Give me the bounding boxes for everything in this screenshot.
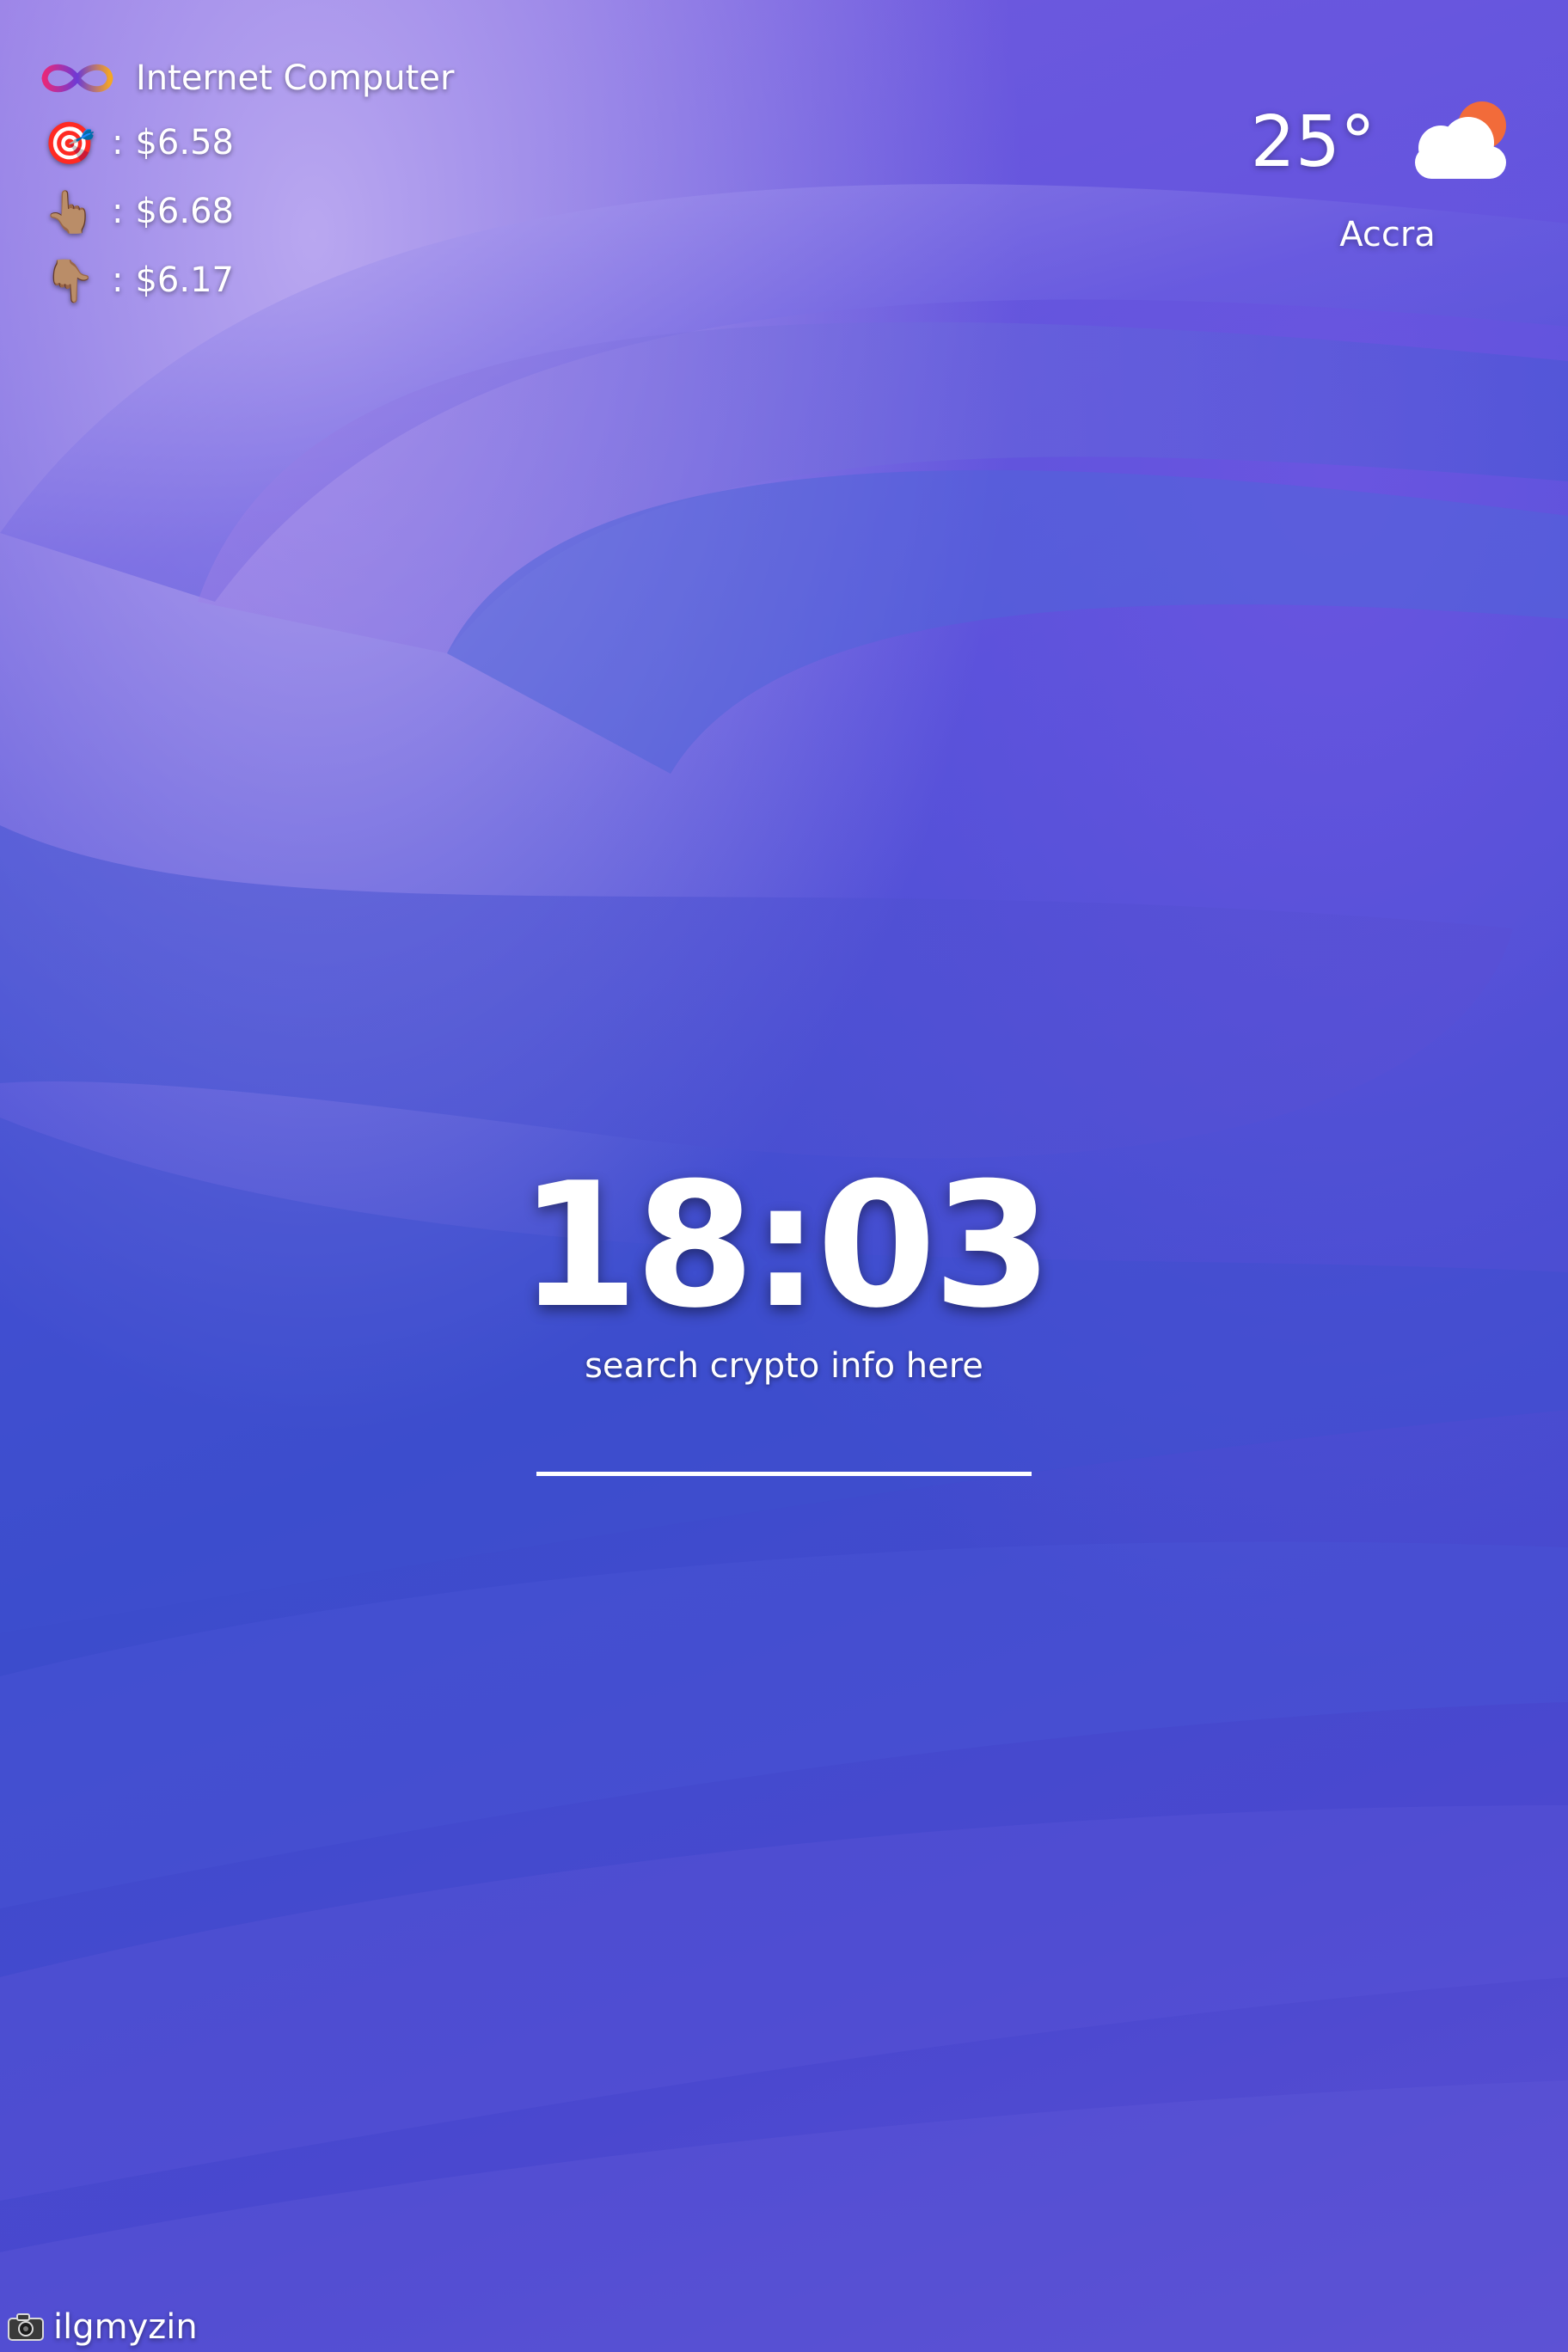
ticker-row-high: 👆🏽 : $6.68 xyxy=(34,177,454,246)
ticker-row-target: 🎯 : $6.58 xyxy=(34,108,454,177)
weather-summary: 25° xyxy=(1224,95,1516,189)
clock-time: 18:03 xyxy=(518,1146,1053,1346)
search-input[interactable] xyxy=(536,1427,1032,1476)
new-tab-screen: Internet Computer 🎯 : $6.58 👆🏽 : $6.68 👇… xyxy=(0,0,1568,2352)
ticker-separator: : xyxy=(112,260,124,300)
infinity-logo-icon xyxy=(41,64,113,93)
photographer-name[interactable]: ilgmyzin xyxy=(53,2307,198,2347)
ticker-value-low: $6.17 xyxy=(135,260,234,300)
target-icon: 🎯 xyxy=(44,119,95,168)
ticker-header: Internet Computer xyxy=(34,48,454,108)
ticker-separator: : xyxy=(112,123,124,162)
ticker-value-target: $6.58 xyxy=(135,123,234,162)
weather-city: Accra xyxy=(1339,215,1436,254)
pointing-down-icon: 👇🏽 xyxy=(44,256,95,305)
ticker-title: Internet Computer xyxy=(136,58,455,98)
ticker-row-low: 👇🏽 : $6.17 xyxy=(34,246,454,315)
ticker-separator: : xyxy=(112,192,124,231)
ticker-value-high: $6.68 xyxy=(135,192,234,231)
weather-temperature: 25° xyxy=(1250,101,1375,183)
photo-credit[interactable]: ilgmyzin xyxy=(7,2307,198,2347)
search-hint: search crypto info here xyxy=(585,1346,983,1386)
camera-icon xyxy=(8,2313,44,2341)
weather-widget[interactable]: 25° Accra xyxy=(1224,95,1516,254)
partly-cloudy-icon xyxy=(1415,101,1506,179)
pointing-up-icon: 👆🏽 xyxy=(44,187,95,236)
crypto-ticker-widget[interactable]: Internet Computer 🎯 : $6.58 👆🏽 : $6.68 👇… xyxy=(34,48,454,315)
clock-search-area: 18:03 search crypto info here xyxy=(0,1152,1568,1476)
